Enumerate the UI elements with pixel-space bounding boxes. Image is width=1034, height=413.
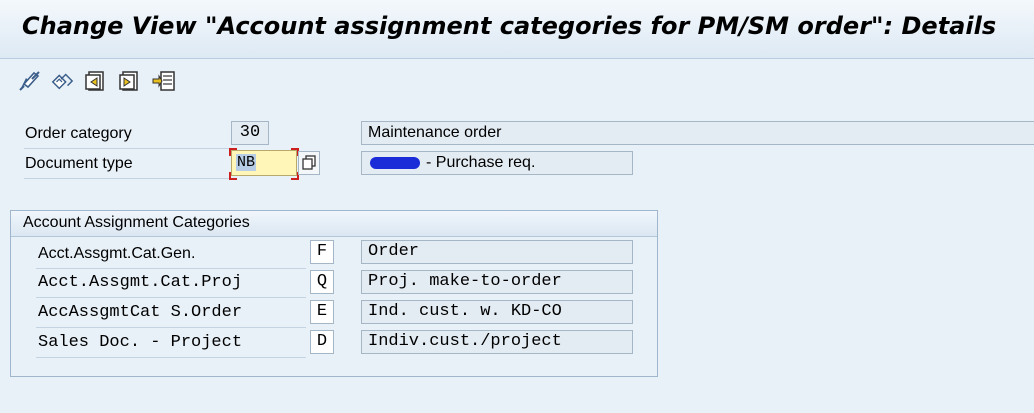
description-general: Order	[361, 240, 633, 264]
document-type-label: Document type	[25, 155, 133, 172]
application-toolbar	[0, 59, 1034, 103]
status-area	[0, 395, 1034, 413]
next-entry-button[interactable]	[118, 69, 142, 93]
order-category-underline	[24, 148, 230, 149]
code-field-sales-doc-project: D	[310, 330, 334, 354]
focus-marker	[229, 148, 237, 156]
description-project: Proj. make-to-order	[361, 270, 633, 294]
value-help-button[interactable]	[298, 151, 320, 175]
next-entry-icon	[119, 71, 138, 91]
undo-changes-button[interactable]	[50, 69, 74, 93]
description-sales-doc-project: Indiv.cust./project	[361, 330, 633, 354]
code-field-general: F	[310, 240, 334, 264]
redacted-text	[370, 156, 420, 169]
display-change-icon	[19, 71, 40, 91]
document-type-value: NB	[236, 154, 257, 171]
title-bar: Change View "Account assignment categori…	[0, 0, 1034, 59]
group-title: Account Assignment Categories	[23, 214, 250, 231]
order-category-field: 30	[231, 121, 269, 145]
display-change-button[interactable]	[18, 69, 42, 93]
copy-icon	[302, 155, 316, 170]
undo-changes-icon	[51, 73, 74, 90]
row-label-project: Acct.Assgmt.Cat.Proj	[38, 273, 243, 292]
code-field-project: Q	[310, 270, 334, 294]
row-label-general: Acct.Assgmt.Cat.Gen.	[38, 245, 196, 262]
screen-title: Change View "Account assignment categori…	[22, 12, 997, 40]
order-category-label: Order category	[25, 125, 132, 142]
order-category-description: Maintenance order	[361, 121, 1034, 145]
group-header: Account Assignment Categories	[11, 211, 657, 237]
document-type-description-text: - Purchase req.	[426, 154, 536, 171]
previous-entry-button[interactable]	[84, 69, 108, 93]
variable-list-icon	[152, 71, 175, 91]
row-underline	[36, 327, 306, 328]
row-label-sales-doc-project: Sales Doc. - Project	[38, 333, 243, 352]
row-underline	[36, 357, 306, 358]
document-type-description: - Purchase req.	[361, 151, 633, 175]
document-type-underline	[24, 178, 230, 179]
row-label-sales-order: AccAssgmtCat S.Order	[38, 303, 243, 322]
row-underline	[36, 297, 306, 298]
code-field-sales-order: E	[310, 300, 334, 324]
previous-entry-icon	[85, 71, 104, 91]
variable-list-button[interactable]	[152, 69, 176, 93]
description-sales-order: Ind. cust. w. KD-CO	[361, 300, 633, 324]
document-type-input[interactable]: NB	[231, 150, 297, 176]
row-underline	[36, 268, 306, 269]
focus-marker	[229, 172, 237, 180]
